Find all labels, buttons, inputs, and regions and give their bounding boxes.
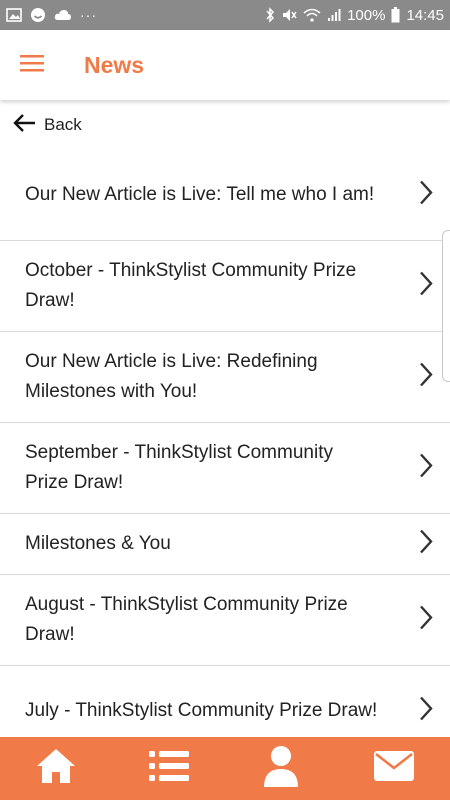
- mute-icon: [281, 7, 297, 23]
- list-item[interactable]: Milestones & You: [0, 514, 450, 575]
- scrollbar[interactable]: [442, 230, 450, 382]
- hamburger-menu-icon: [20, 54, 44, 77]
- list-item[interactable]: August - ThinkStylist Community Prize Dr…: [0, 575, 450, 666]
- status-bar: ··· 100% 14:45: [0, 0, 450, 30]
- nav-home-button[interactable]: [16, 737, 96, 800]
- battery-percent: 100%: [347, 6, 386, 24]
- menu-button[interactable]: [0, 30, 64, 100]
- status-left-icons: ···: [6, 7, 97, 23]
- news-item-title: August - ThinkStylist Community Prize Dr…: [25, 594, 348, 645]
- status-time: 14:45: [406, 6, 444, 24]
- bluetooth-icon: [265, 7, 275, 23]
- wifi-icon: [303, 8, 321, 22]
- list-icon: [148, 749, 189, 788]
- image-icon: [6, 8, 22, 22]
- chevron-right-icon: [418, 271, 434, 302]
- mail-icon: [373, 750, 415, 787]
- battery-icon: [391, 7, 400, 23]
- page-title: News: [84, 51, 145, 78]
- list-item[interactable]: September - ThinkStylist Community Prize…: [0, 423, 450, 514]
- list-item[interactable]: Our New Article is Live: Redefining Mile…: [0, 332, 450, 423]
- user-icon: [263, 745, 299, 792]
- news-item-title: September - ThinkStylist Community Prize…: [25, 442, 333, 493]
- news-item-title: October - ThinkStylist Community Prize D…: [25, 260, 357, 311]
- chevron-right-icon: [418, 453, 434, 484]
- news-item-title: Our New Article is Live: Redefining Mile…: [25, 351, 318, 402]
- arrow-left-icon: [12, 113, 36, 138]
- status-right-icons: 100% 14:45: [265, 7, 444, 24]
- back-label: Back: [44, 115, 82, 134]
- nav-mail-button[interactable]: [354, 737, 434, 800]
- news-item-title: Our New Article is Live: Tell me who I a…: [25, 184, 375, 205]
- smiley-icon: [30, 7, 46, 23]
- list-item[interactable]: October - ThinkStylist Community Prize D…: [0, 241, 450, 332]
- news-item-title: Milestones & You: [25, 533, 171, 554]
- news-list: Our New Article is Live: Tell me who I a…: [0, 150, 450, 757]
- bottom-nav: [0, 737, 450, 800]
- cloud-icon: [54, 9, 72, 21]
- back-button[interactable]: Back: [12, 112, 82, 138]
- chevron-right-icon: [418, 605, 434, 636]
- chevron-right-icon: [418, 529, 434, 560]
- chevron-right-icon: [418, 180, 434, 211]
- more-dots-icon: ···: [80, 7, 97, 23]
- nav-list-button[interactable]: [129, 737, 209, 800]
- nav-profile-button[interactable]: [241, 737, 321, 800]
- home-icon: [35, 747, 77, 790]
- news-item-title: July - ThinkStylist Community Prize Draw…: [25, 700, 378, 721]
- signal-icon: [327, 8, 341, 22]
- app-bar: News: [0, 30, 450, 100]
- chevron-right-icon: [418, 362, 434, 393]
- chevron-right-icon: [418, 696, 434, 727]
- list-item[interactable]: Our New Article is Live: Tell me who I a…: [0, 150, 450, 241]
